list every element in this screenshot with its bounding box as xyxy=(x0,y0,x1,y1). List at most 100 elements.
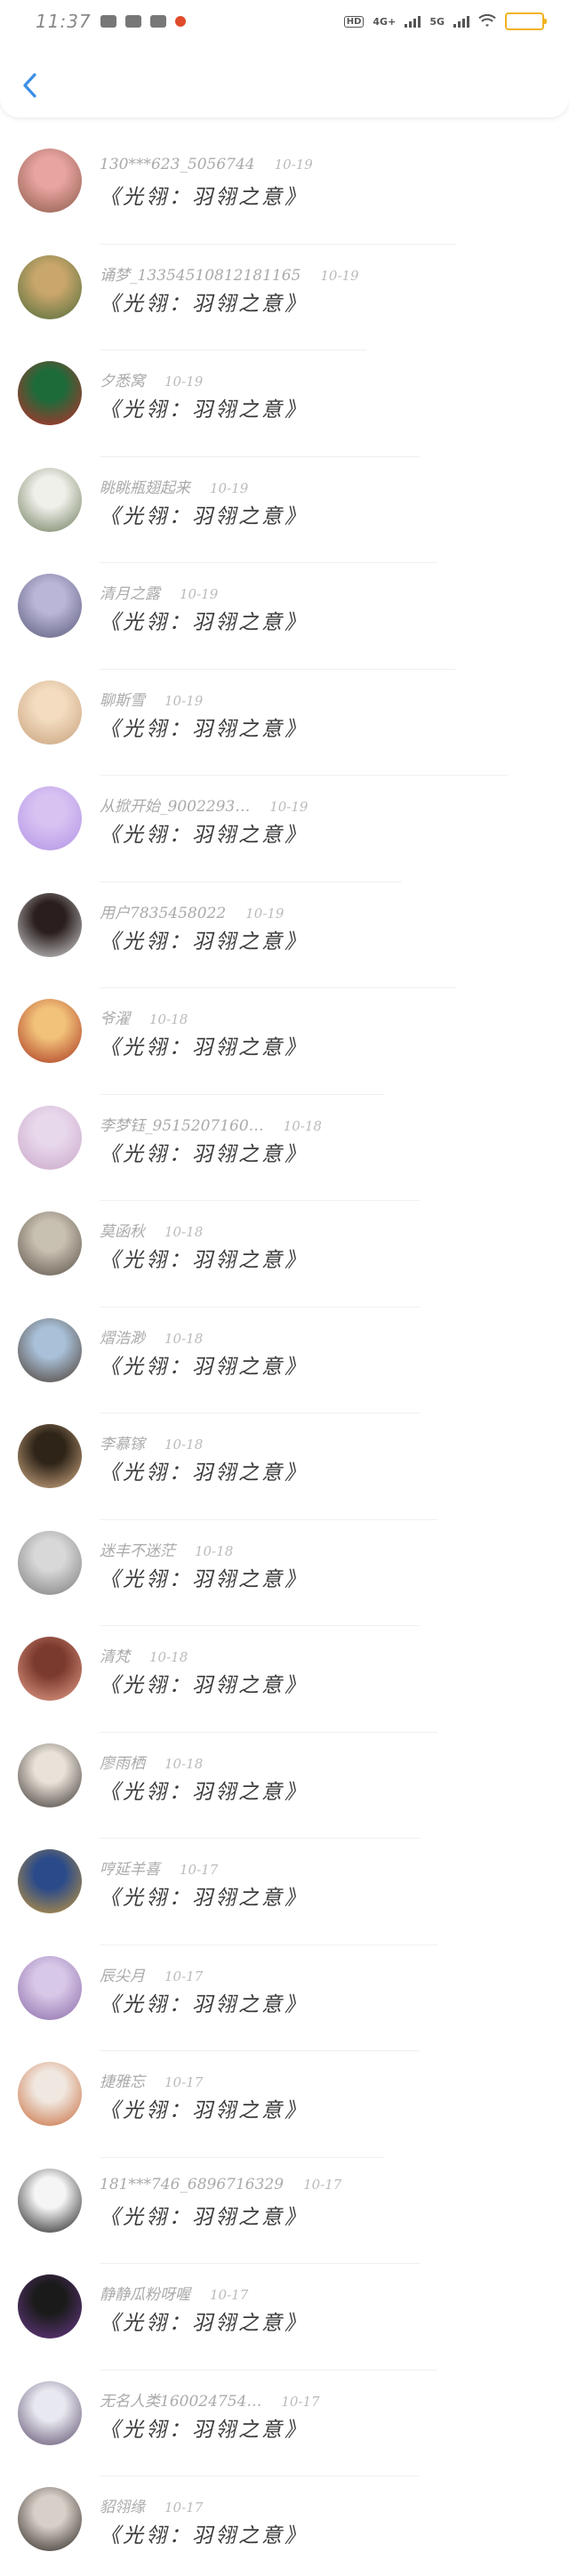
username[interactable]: 181***746_6896716329 xyxy=(100,2176,284,2194)
avatar[interactable] xyxy=(18,999,82,1063)
username[interactable]: 夕悉窝 xyxy=(100,373,145,390)
comment-meta: 迷丰不迷茫 10-18 xyxy=(100,1538,233,1560)
notification-icon xyxy=(149,15,166,28)
avatar[interactable] xyxy=(18,1317,82,1382)
username[interactable]: 聊斯雪 xyxy=(100,692,145,710)
list-item[interactable]: 静静瓜粉呀喔 10-17 《光翎：羽翎之意》 xyxy=(0,2264,569,2371)
list-item[interactable]: 迷丰不迷茫 10-18 《光翎：羽翎之意》 xyxy=(0,1520,569,1626)
status-time: 11:37 xyxy=(36,11,92,32)
username[interactable]: 莫函秋 xyxy=(100,1223,145,1241)
username[interactable]: 从掀开始_9002293… xyxy=(100,798,250,816)
list-item[interactable]: 莫函秋 10-18 《光翎：羽翎之意》 xyxy=(0,1201,569,1308)
username[interactable]: 李慕镓 xyxy=(100,1436,145,1453)
comment-meta: 李慕镓 10-18 xyxy=(100,1431,203,1453)
avatar[interactable] xyxy=(18,1637,82,1701)
list-item[interactable]: 眺眺瓶翅起来 10-19 《光翎：羽翎之意》 xyxy=(0,457,569,563)
avatar[interactable] xyxy=(18,1955,82,2020)
comment-meta: 莫函秋 10-18 xyxy=(100,1219,203,1241)
username[interactable]: 130***623_5056744 xyxy=(100,156,255,173)
comment-date: 10-17 xyxy=(210,2287,249,2303)
list-item[interactable]: 清月之露 10-19 《光翎：羽翎之意》 xyxy=(0,563,569,670)
comment-text: 《光翎：羽翎之意》 xyxy=(100,1887,308,1910)
avatar-image xyxy=(18,1424,82,1488)
comment-date: 10-17 xyxy=(180,1862,219,1878)
avatar[interactable] xyxy=(18,680,82,745)
avatar[interactable] xyxy=(18,254,82,319)
comment-meta: 哼延羊喜 10-17 xyxy=(100,1856,218,1879)
username[interactable]: 眺眺瓶翅起来 xyxy=(100,479,190,497)
avatar[interactable] xyxy=(18,1105,82,1170)
username[interactable]: 诵梦_13354510812181165 xyxy=(100,267,301,285)
avatar[interactable] xyxy=(18,2274,82,2339)
username[interactable]: 廖雨栖 xyxy=(100,1755,145,1773)
list-item[interactable]: 捷雅忘 10-17 《光翎：羽翎之意》 xyxy=(0,2051,569,2158)
list-item[interactable]: 181***746_6896716329 10-17 《光翎：羽翎之意》 xyxy=(0,2158,569,2264)
username[interactable]: 清梵 xyxy=(100,1648,130,1666)
comment-text: 《光翎：羽翎之意》 xyxy=(100,1036,308,1059)
list-item[interactable]: 李慕镓 10-18 《光翎：羽翎之意》 xyxy=(0,1413,569,1520)
username[interactable]: 无名人类160024754… xyxy=(100,2393,261,2411)
comment-text: 《光翎：羽翎之意》 xyxy=(100,2099,308,2122)
avatar[interactable] xyxy=(18,786,82,850)
username[interactable]: 爷濯 xyxy=(100,1010,130,1028)
list-item[interactable]: 夕悉窝 10-19 《光翎：羽翎之意》 xyxy=(0,350,569,457)
list-item[interactable]: 貂翎缘 10-17 《光翎：羽翎之意》 xyxy=(0,2476,569,2576)
username[interactable]: 捷雅忘 xyxy=(100,2073,145,2091)
hd-icon: HD xyxy=(343,15,365,28)
avatar[interactable] xyxy=(18,1743,82,1807)
list-item[interactable]: 廖雨栖 10-18 《光翎：羽翎之意》 xyxy=(0,1733,569,1839)
comment-date: 10-19 xyxy=(164,692,204,709)
avatar[interactable] xyxy=(18,2168,82,2233)
avatar[interactable] xyxy=(18,149,82,213)
username[interactable]: 迷丰不迷茫 xyxy=(100,1542,175,1560)
comment-text: 《光翎：羽翎之意》 xyxy=(100,824,308,847)
username[interactable]: 清月之露 xyxy=(100,585,160,603)
list-item[interactable]: 诵梦_13354510812181165 10-19 《光翎：羽翎之意》 xyxy=(0,245,569,350)
list-item[interactable]: 辰尖月 10-17 《光翎：羽翎之意》 xyxy=(0,1945,569,2051)
avatar[interactable] xyxy=(18,1424,82,1488)
avatar[interactable] xyxy=(18,1849,82,1913)
list-item[interactable]: 熠浩渺 10-18 《光翎：羽翎之意》 xyxy=(0,1308,569,1413)
avatar-image xyxy=(18,2380,82,2445)
list-item[interactable]: 李梦钰_9515207160… 10-18 《光翎：羽翎之意》 xyxy=(0,1095,569,1201)
comment-date: 10-18 xyxy=(164,1224,204,1240)
comment-text: 《光翎：羽翎之意》 xyxy=(100,1567,308,1591)
list-item[interactable]: 无名人类160024754… 10-17 《光翎：羽翎之意》 xyxy=(0,2371,569,2476)
avatar-image xyxy=(18,254,82,319)
list-item[interactable]: 用户7835458022 10-19 《光翎：羽翎之意》 xyxy=(0,882,569,988)
username[interactable]: 用户7835458022 xyxy=(100,905,226,922)
avatar[interactable] xyxy=(18,2062,82,2126)
list-item[interactable]: 聊斯雪 10-19 《光翎：羽翎之意》 xyxy=(0,670,569,776)
notification-icon xyxy=(100,15,116,28)
comment-date: 10-18 xyxy=(164,1330,204,1347)
avatar[interactable] xyxy=(18,2487,82,2551)
avatar-image xyxy=(18,1955,82,2020)
comment-text: 《光翎：羽翎之意》 xyxy=(100,2524,308,2548)
username[interactable]: 辰尖月 xyxy=(100,1968,145,1985)
avatar-image xyxy=(18,361,82,425)
avatar[interactable] xyxy=(18,2380,82,2445)
comment-meta: 从掀开始_9002293… 10-19 xyxy=(100,793,308,816)
comment-text: 《光翎：羽翎之意》 xyxy=(100,930,308,954)
comment-meta: 夕悉窝 10-19 xyxy=(100,368,203,390)
avatar[interactable] xyxy=(18,1530,82,1595)
avatar[interactable] xyxy=(18,1212,82,1276)
list-item[interactable]: 哼延羊喜 10-17 《光翎：羽翎之意》 xyxy=(0,1839,569,1945)
back-button[interactable] xyxy=(16,69,43,101)
avatar[interactable] xyxy=(18,361,82,425)
comment-meta: 熠浩渺 10-18 xyxy=(100,1325,203,1348)
username[interactable]: 熠浩渺 xyxy=(100,1330,145,1348)
username[interactable]: 哼延羊喜 xyxy=(100,1861,160,1879)
list-item[interactable]: 清梵 10-18 《光翎：羽翎之意》 xyxy=(0,1626,569,1733)
list-item[interactable]: 爷濯 10-18 《光翎：羽翎之意》 xyxy=(0,988,569,1095)
comment-text: 《光翎：羽翎之意》 xyxy=(100,2418,308,2442)
username[interactable]: 静静瓜粉呀喔 xyxy=(100,2286,190,2304)
avatar[interactable] xyxy=(18,892,82,957)
list-item[interactable]: 从掀开始_9002293… 10-19 《光翎：羽翎之意》 xyxy=(0,776,569,882)
avatar[interactable] xyxy=(18,574,82,638)
avatar[interactable] xyxy=(18,467,82,532)
username[interactable]: 貂翎缘 xyxy=(100,2499,145,2516)
username[interactable]: 李梦钰_9515207160… xyxy=(100,1117,264,1135)
comment-meta: 廖雨栖 10-18 xyxy=(100,1751,203,1773)
list-item[interactable]: 130***623_5056744 10-19 《光翎：羽翎之意》 xyxy=(0,138,569,245)
